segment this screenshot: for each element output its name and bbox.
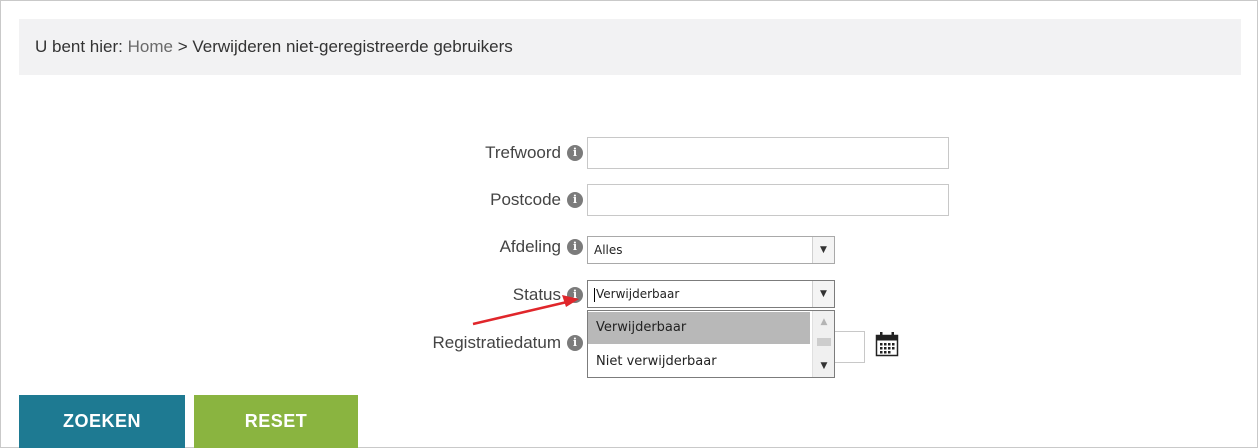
info-icon[interactable]: i	[567, 192, 583, 208]
status-option-niet-verwijderbaar[interactable]: Niet verwijderbaar	[588, 346, 810, 378]
info-icon[interactable]: i	[567, 145, 583, 161]
postcode-input[interactable]	[587, 184, 949, 216]
status-label: Status	[512, 285, 561, 304]
info-icon[interactable]: i	[567, 335, 583, 351]
info-icon[interactable]: i	[567, 287, 583, 303]
postcode-label: Postcode	[490, 190, 561, 209]
breadcrumb-separator: >	[177, 37, 188, 56]
info-icon[interactable]: i	[567, 239, 583, 255]
status-row: Status i Verwijderbaar ▼	[1, 278, 1258, 312]
page-frame: U bent hier: Home > Verwijderen niet-ger…	[0, 0, 1258, 448]
breadcrumb: U bent hier: Home > Verwijderen niet-ger…	[19, 19, 1241, 75]
status-select[interactable]: Verwijderbaar ▼	[587, 280, 835, 308]
trefwoord-label: Trefwoord	[485, 143, 561, 162]
breadcrumb-home-link[interactable]: Home	[128, 37, 173, 56]
status-selected-value: Verwijderbaar	[596, 287, 680, 301]
afdeling-row: Afdeling i Alles ▼	[1, 230, 1258, 264]
scrollbar-thumb[interactable]	[817, 338, 831, 346]
trefwoord-row: Trefwoord i	[1, 136, 1258, 170]
calendar-icon[interactable]	[875, 331, 899, 357]
chevron-down-icon[interactable]: ▼	[813, 361, 835, 371]
reset-button[interactable]: RESET	[194, 395, 358, 448]
trefwoord-input[interactable]	[587, 137, 949, 169]
dropdown-scrollbar[interactable]: ▲ ▼	[812, 311, 834, 377]
chevron-down-icon[interactable]: ▼	[812, 281, 834, 307]
text-cursor	[594, 287, 595, 302]
breadcrumb-current: Verwijderen niet-geregistreerde gebruike…	[192, 37, 513, 56]
breadcrumb-prefix: U bent hier:	[35, 37, 123, 56]
search-button[interactable]: ZOEKEN	[19, 395, 185, 448]
registratiedatum-input[interactable]	[835, 331, 865, 363]
afdeling-select[interactable]: Alles ▼	[587, 236, 835, 264]
registratiedatum-label: Registratiedatum	[432, 333, 561, 352]
postcode-row: Postcode i	[1, 183, 1258, 217]
status-option-verwijderbaar[interactable]: Verwijderbaar	[588, 312, 810, 344]
afdeling-label: Afdeling	[499, 237, 561, 256]
chevron-up-icon[interactable]: ▲	[813, 317, 835, 327]
chevron-down-icon[interactable]: ▼	[812, 237, 834, 263]
status-dropdown-list[interactable]: Verwijderbaar Niet verwijderbaar ▲ ▼	[587, 310, 835, 378]
afdeling-selected-value: Alles	[594, 243, 623, 257]
